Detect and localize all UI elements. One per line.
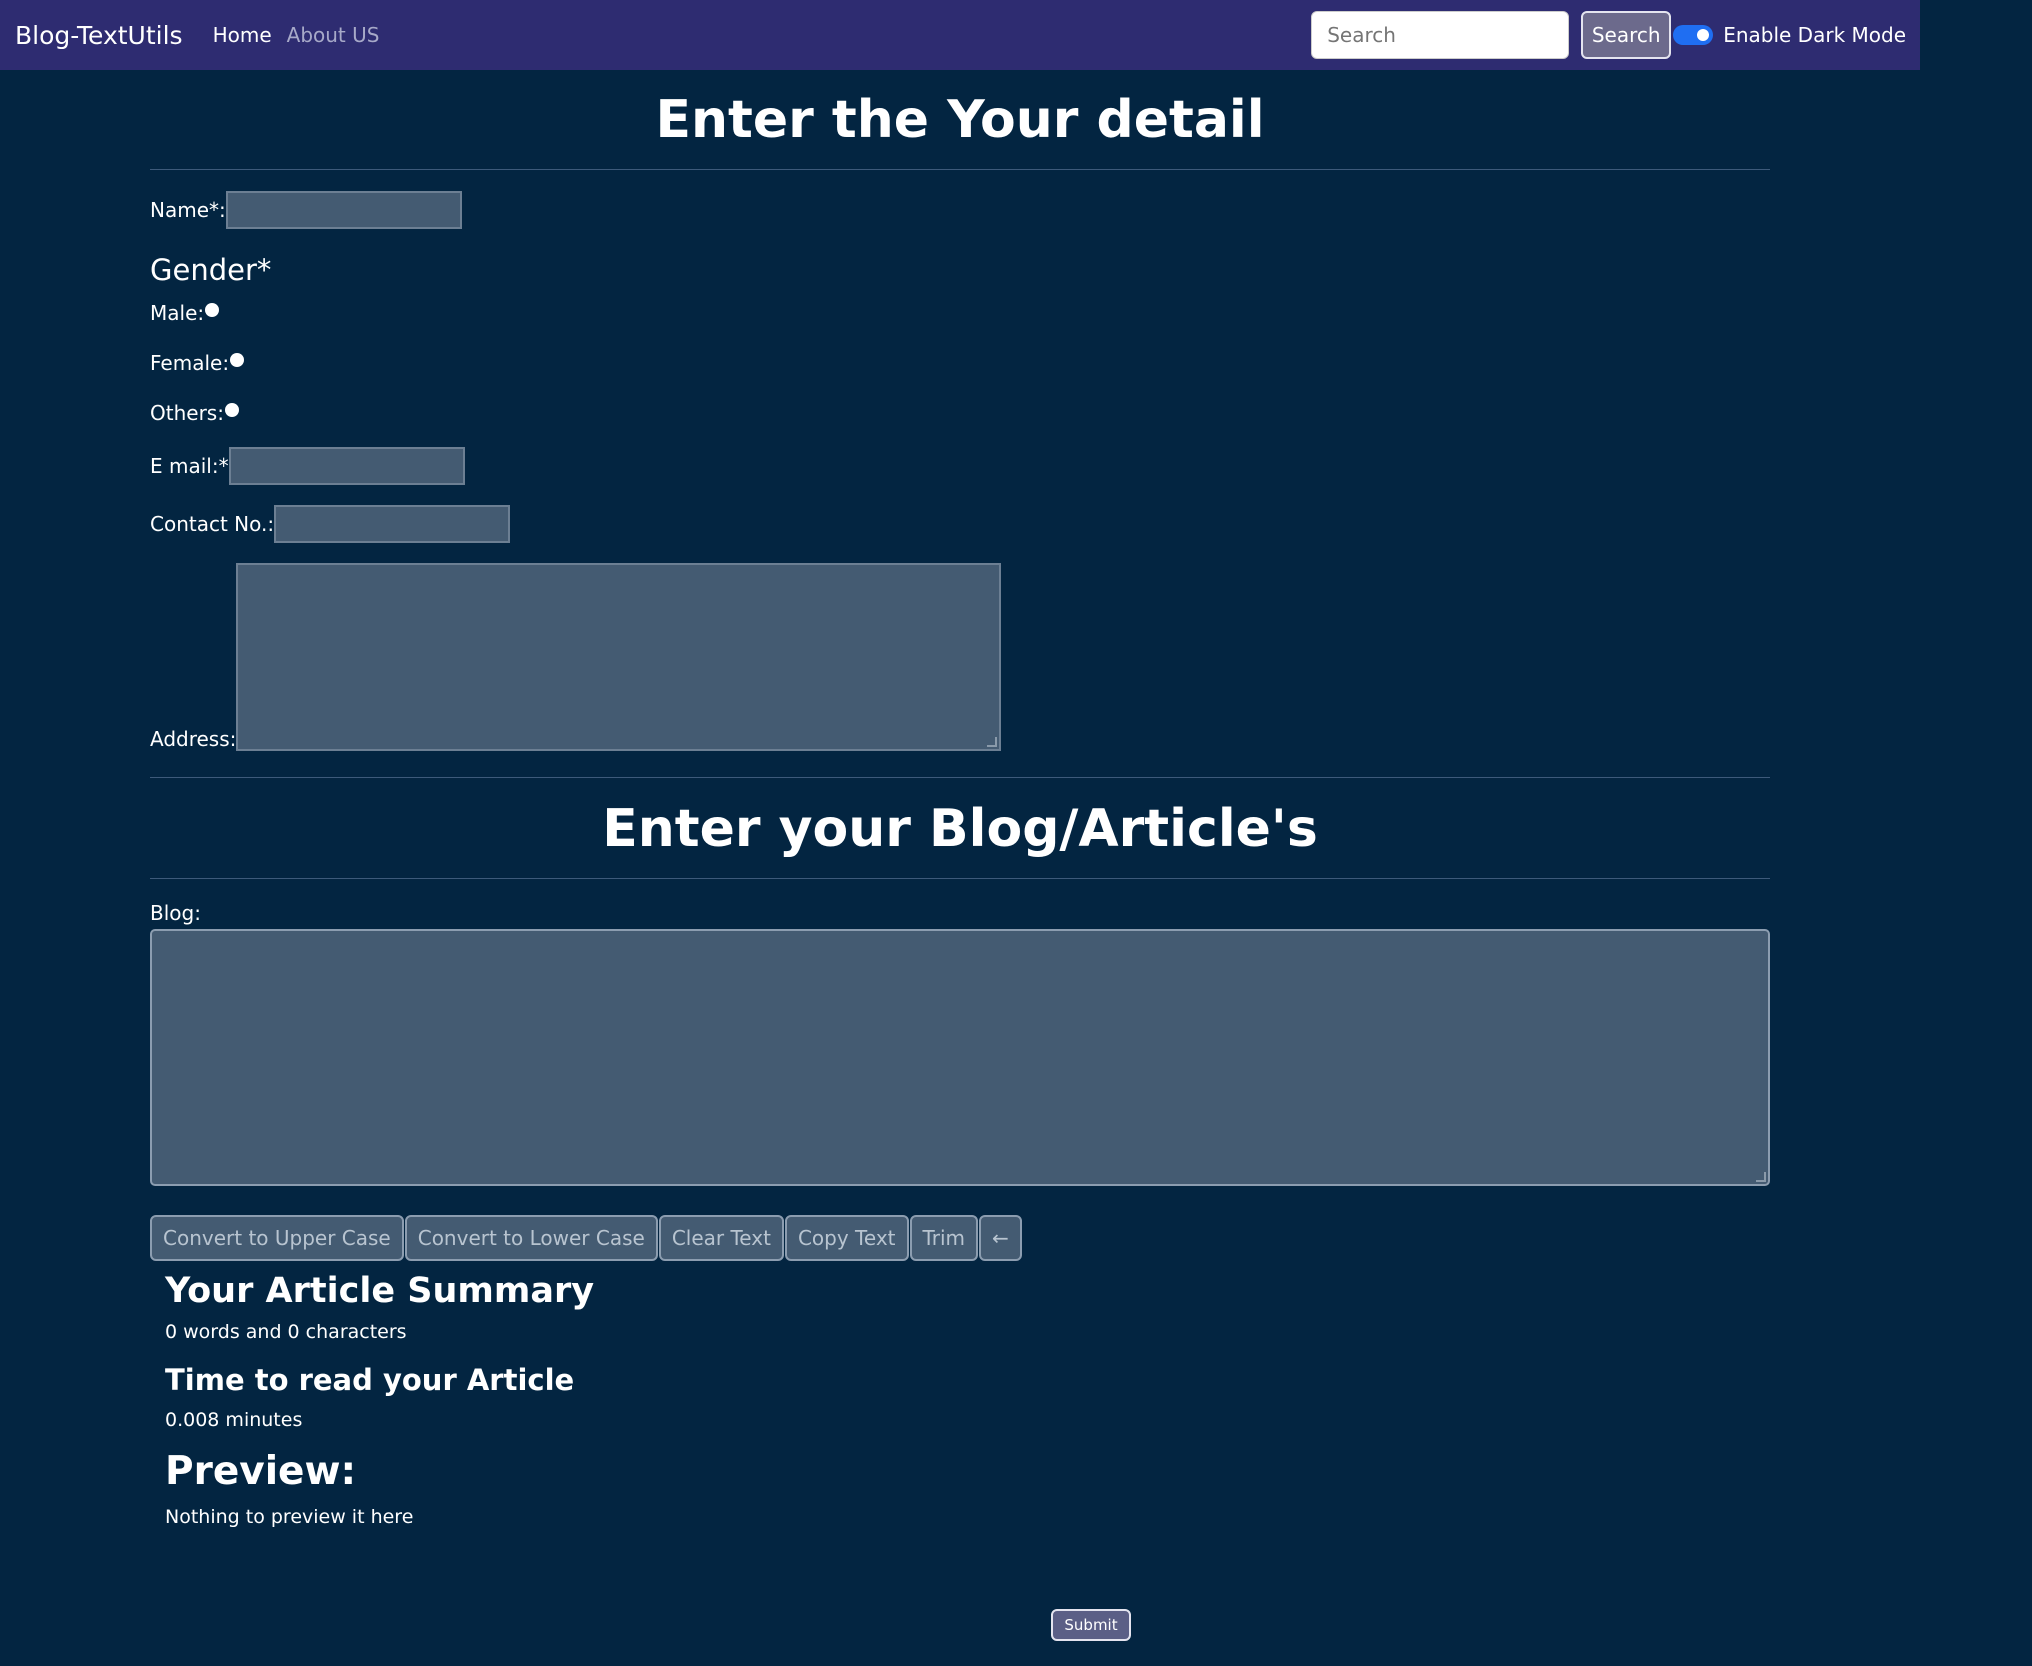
name-label: Name*:: [150, 198, 226, 223]
radio-others-row: Others:: [150, 401, 1770, 425]
brand[interactable]: Blog-TextUtils: [15, 21, 183, 50]
resize-handle-icon[interactable]: [987, 737, 998, 748]
lowercase-button[interactable]: Convert to Lower Case: [404, 1215, 658, 1262]
summary-title: Your Article Summary: [165, 1271, 595, 1312]
article-summary: Your Article Summary 0 words and 0 chara…: [165, 1271, 1770, 1528]
copy-text-button[interactable]: Copy Text: [784, 1215, 909, 1262]
email-label: E mail:*: [150, 454, 229, 479]
blog-textarea[interactable]: [150, 929, 1770, 1187]
radio-others[interactable]: [224, 403, 239, 418]
address-row: Address:: [150, 563, 1770, 752]
email-row: E mail:*: [150, 447, 1770, 486]
details-title: Enter the Your detail: [655, 90, 1265, 150]
nav-link-home[interactable]: Home: [213, 23, 272, 47]
dark-mode-toggle[interactable]: [1673, 25, 1714, 45]
radio-male[interactable]: [205, 303, 220, 318]
submit-button[interactable]: Submit: [1051, 1609, 1131, 1641]
contact-field[interactable]: [274, 505, 511, 544]
resize-handle-icon[interactable]: [1756, 1172, 1766, 1183]
read-time-value: 0.008 minutes: [165, 1409, 303, 1432]
main-container: Enter the Your detail Name*: Gender* Mal…: [150, 70, 1770, 1528]
blog-title: Enter your Blog/Article's: [602, 799, 1318, 860]
address-label: Address:: [150, 727, 237, 752]
toggle-knob: [1697, 29, 1710, 41]
nav-link-about[interactable]: About US: [287, 23, 380, 47]
divider: [150, 777, 1770, 779]
contact-row: Contact No.:: [150, 505, 1770, 544]
name-input[interactable]: [225, 191, 462, 230]
contact-label: Contact No.:: [150, 512, 275, 537]
radio-others-label: Others:: [150, 401, 224, 426]
divider: [150, 169, 1770, 171]
gender-title: Gender*: [150, 253, 272, 288]
radio-female-row: Female:: [150, 351, 1770, 375]
search-button[interactable]: Search: [1581, 11, 1672, 59]
navbar: Blog-TextUtils Home About US Search Enab…: [0, 0, 1920, 70]
radio-male-label: Male:: [150, 301, 205, 326]
blog-label: Blog:: [150, 901, 201, 926]
address-textarea[interactable]: [236, 563, 1002, 752]
read-time-title: Time to read your Article: [165, 1363, 575, 1398]
preview-text: Nothing to preview it here: [165, 1506, 414, 1529]
backspace-button[interactable]: ←: [979, 1215, 1022, 1262]
word-count: 0 words and 0 characters: [165, 1321, 407, 1344]
clear-text-button[interactable]: Clear Text: [658, 1215, 784, 1262]
trim-button[interactable]: Trim: [909, 1215, 979, 1262]
search-input[interactable]: [1311, 11, 1570, 59]
text-tools: Convert to Upper Case Convert to Lower C…: [150, 1215, 1770, 1262]
divider: [150, 878, 1770, 880]
name-row: Name*:: [150, 191, 1770, 230]
dark-mode-label: Enable Dark Mode: [1723, 23, 1906, 47]
email-field[interactable]: [228, 447, 465, 486]
radio-female-label: Female:: [150, 351, 230, 376]
radio-female[interactable]: [230, 353, 245, 368]
radio-male-row: Male:: [150, 301, 1770, 325]
uppercase-button[interactable]: Convert to Upper Case: [150, 1215, 404, 1262]
preview-title: Preview:: [165, 1449, 357, 1495]
